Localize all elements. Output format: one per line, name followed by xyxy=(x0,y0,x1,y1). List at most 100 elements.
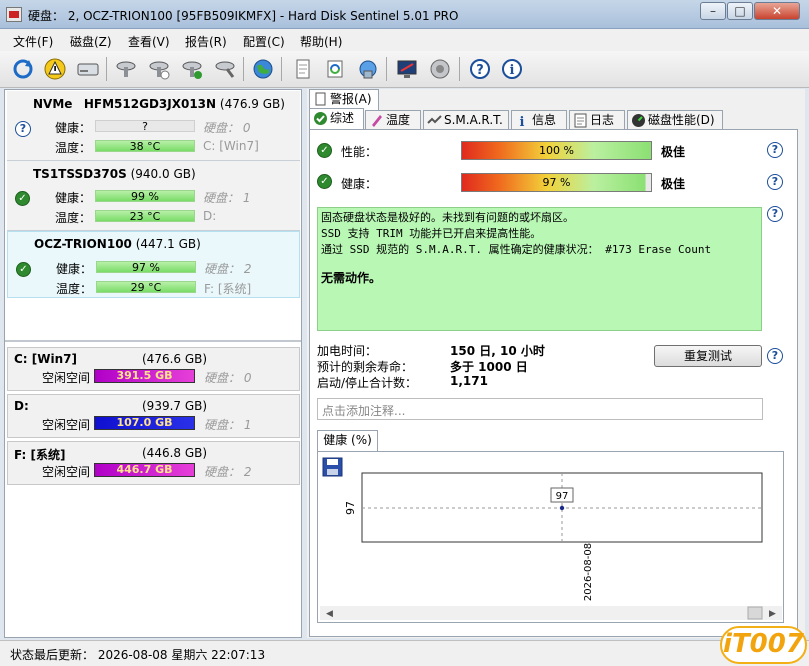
help-icon[interactable]: ? xyxy=(767,206,783,222)
help-icon[interactable]: ? xyxy=(467,56,493,82)
note-input[interactable]: 点击添加注释... xyxy=(317,398,763,420)
tab-health-chart[interactable]: 健康 (%) xyxy=(317,430,378,451)
tab-disk-performance[interactable]: 磁盘性能(D) xyxy=(627,110,723,131)
device-name: OCZ-TRION100 xyxy=(34,237,132,251)
partition-item[interactable]: C: [Win7] (476.6 GB) 空闲空间 391.5 GB 硬盘： 0 xyxy=(7,347,300,391)
check-icon xyxy=(314,112,327,125)
device-item[interactable]: NVMe HFM512GD3JX013N (476.9 GB) ? 健康： ? … xyxy=(7,91,300,161)
temp-bar: 38 °C xyxy=(95,140,195,152)
close-button[interactable]: ✕ xyxy=(754,2,800,20)
free-space-label: 空闲空间 xyxy=(42,418,91,432)
minimize-button[interactable]: – xyxy=(700,2,726,20)
health-label: 健康： xyxy=(55,121,92,135)
menu-disk[interactable]: 磁盘(Z) xyxy=(70,33,112,50)
hdd-test-icon[interactable] xyxy=(113,56,139,82)
menu-file[interactable]: 文件(F) xyxy=(13,33,53,50)
menu-view[interactable]: 查看(V) xyxy=(128,33,170,50)
maximize-button[interactable]: □ xyxy=(727,2,753,20)
alert-tab-icon xyxy=(315,92,326,106)
disk-index: 硬盘： 1 xyxy=(203,191,251,205)
drive-letters: F: [系统] xyxy=(204,282,252,296)
globe-icon[interactable] xyxy=(250,56,276,82)
remaining-life-label: 预计的剩余寿命： xyxy=(317,360,414,374)
scroll-right-icon[interactable]: ▶ xyxy=(769,609,776,619)
help-icon[interactable]: ? xyxy=(767,348,783,364)
watermark-logo: iT007 xyxy=(720,626,807,664)
ok-icon: ✓ xyxy=(15,191,30,206)
info-tab-icon: i xyxy=(520,115,525,128)
data-point xyxy=(559,505,565,511)
start-stop-label: 启动/停止合计数： xyxy=(317,376,418,390)
gauge-icon xyxy=(632,114,645,127)
device-name: TS1TSSD370S xyxy=(33,167,127,181)
menu-help[interactable]: 帮助(H) xyxy=(300,33,342,50)
power-on-value: 150 日, 10 小时 xyxy=(450,344,545,358)
partition-item[interactable]: F: [系统] (446.8 GB) 空闲空间 446.7 GB 硬盘： 2 xyxy=(7,441,300,485)
tab-overview[interactable]: 综述 xyxy=(309,108,364,130)
ok-icon: ✓ xyxy=(317,174,332,189)
temp-bar: 23 °C xyxy=(95,210,195,222)
message-line: 固态硬盘状态是极好的。未找到有问题的或坏扇区。 xyxy=(321,211,574,224)
menu-report[interactable]: 报告(R) xyxy=(185,33,227,50)
drive-letters: C: [Win7] xyxy=(203,139,259,153)
disk-index: 硬盘： 2 xyxy=(204,262,252,276)
health-label: 健康： xyxy=(341,177,378,191)
scroll-thumb[interactable] xyxy=(747,606,763,620)
disk-index: 硬盘： 0 xyxy=(203,121,251,135)
report-icon[interactable] xyxy=(290,56,316,82)
tab-smart[interactable]: S.M.A.R.T. xyxy=(423,110,509,131)
health-bar: 97 % xyxy=(96,261,196,273)
device-item[interactable]: TS1TSSD370S (940.0 GB) ✓ 健康： 99 % 硬盘： 1 … xyxy=(7,161,300,231)
status-bar: 状态最后更新： 2026-08-08 星期六 22:07:13 xyxy=(0,640,809,666)
status-message-box: 固态硬盘状态是极好的。未找到有问题的或坏扇区。 SSD 支持 TRIM 功能并已… xyxy=(317,207,762,331)
menu-config[interactable]: 配置(C) xyxy=(243,33,285,50)
partition-size: (476.6 GB) xyxy=(142,352,208,366)
hdd-tool-icon[interactable] xyxy=(212,56,238,82)
disk-icon[interactable] xyxy=(75,56,101,82)
menu-bar: 文件(F) 磁盘(Z) 查看(V) 报告(R) 配置(C) 帮助(H) xyxy=(0,29,809,51)
title-bar: 硬盘： 2, OCZ-TRION100 [95FB509IKMFX] - Har… xyxy=(0,0,809,29)
partition-name: D: xyxy=(14,399,29,413)
log-icon xyxy=(574,113,587,128)
monitor-icon[interactable] xyxy=(394,56,420,82)
help-icon[interactable]: ? xyxy=(767,142,783,158)
health-chart: 97 97 2026-08-08 ◀ ▶ xyxy=(317,451,784,623)
tab-log[interactable]: 日志 xyxy=(569,110,625,131)
partition-size: (939.7 GB) xyxy=(142,399,208,413)
alert-icon[interactable] xyxy=(42,56,68,82)
disk-index: 硬盘： 0 xyxy=(204,371,252,385)
free-space-label: 空闲空间 xyxy=(42,465,91,479)
hdd-short-test-icon[interactable] xyxy=(146,56,172,82)
free-space-label: 空闲空间 xyxy=(42,371,91,385)
device-size: (447.1 GB) xyxy=(135,237,201,251)
thermometer-icon xyxy=(372,115,382,127)
health-bar: 97 % xyxy=(461,173,652,192)
svg-text:i: i xyxy=(510,63,515,78)
performance-rating: 极佳 xyxy=(661,145,686,159)
scroll-left-icon[interactable]: ◀ xyxy=(326,609,333,619)
save-chart-icon[interactable] xyxy=(322,457,343,477)
refresh-icon[interactable] xyxy=(10,56,36,82)
temp-bar: 29 °C xyxy=(96,281,196,293)
hdd-ok-icon[interactable] xyxy=(179,56,205,82)
device-size: (476.9 GB) xyxy=(219,97,285,111)
smart-icon xyxy=(427,115,442,124)
partition-item[interactable]: D: (939.7 GB) 空闲空间 107.0 GB 硬盘： 1 xyxy=(7,394,300,438)
device-item-selected[interactable]: OCZ-TRION100 (447.1 GB) ✓ 健康： 97 % 硬盘： 2… xyxy=(7,231,300,298)
partition-name: F: [系统] xyxy=(14,448,66,462)
message-line: SSD 支持 TRIM 功能并已开启来提高性能。 xyxy=(321,227,542,240)
sync-icon[interactable] xyxy=(322,56,348,82)
speaker-icon[interactable] xyxy=(427,56,453,82)
window-title: 硬盘： 2, OCZ-TRION100 [95FB509IKMFX] - Har… xyxy=(28,9,459,23)
chart-scrollbar[interactable] xyxy=(320,606,782,620)
network-icon[interactable] xyxy=(355,56,381,82)
free-space-bar: 391.5 GB xyxy=(94,369,195,383)
retest-button[interactable]: 重复测试 xyxy=(654,345,762,367)
tab-temperature[interactable]: 温度 xyxy=(365,110,421,131)
data-label: 97 xyxy=(556,491,569,502)
x-tick-label: 2026-08-08 xyxy=(583,543,594,601)
tab-info[interactable]: i 信息 xyxy=(511,110,567,131)
help-icon[interactable]: ? xyxy=(767,174,783,190)
info-icon[interactable]: i xyxy=(499,56,525,82)
ok-icon: ✓ xyxy=(317,143,332,158)
